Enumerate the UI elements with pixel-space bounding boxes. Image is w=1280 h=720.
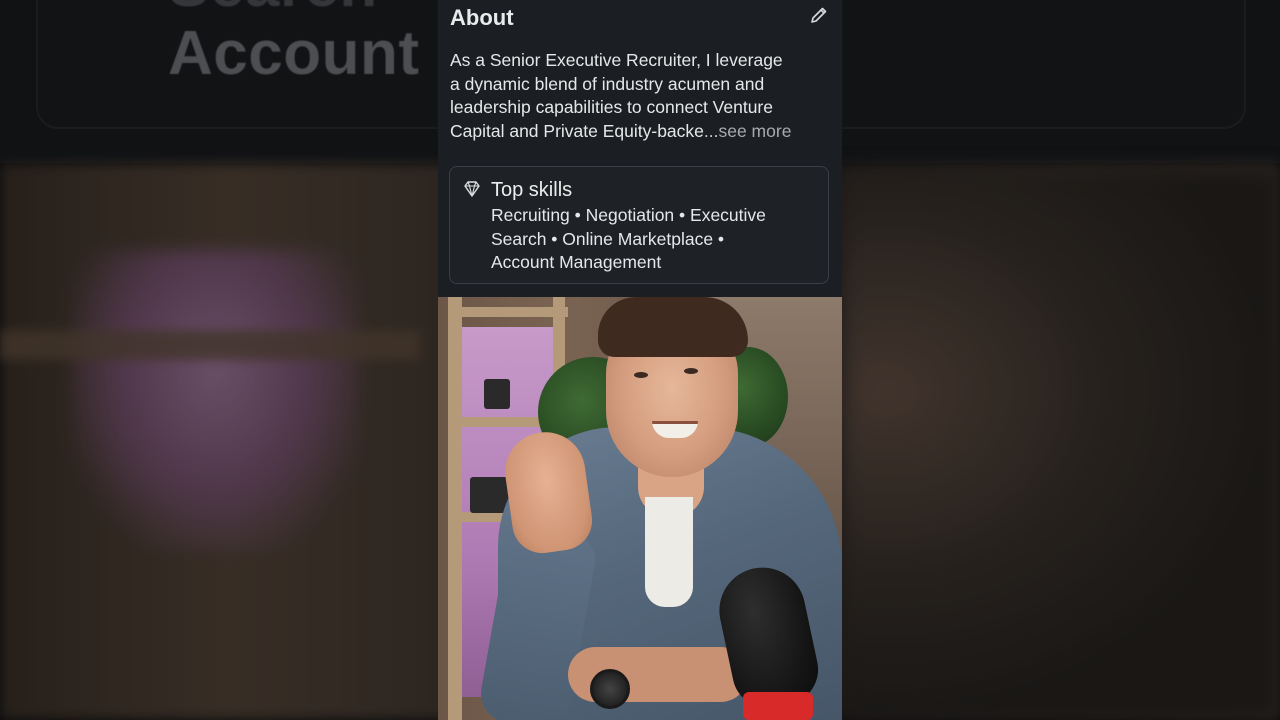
about-title: About [450, 5, 514, 30]
microphone-mount [743, 692, 813, 720]
shelf-post-left [448, 297, 462, 720]
about-line-2: a dynamic blend of industry acumen and [450, 73, 765, 94]
shelf-board-1 [448, 307, 568, 317]
presenter-video [438, 297, 842, 720]
diamond-icon [464, 181, 480, 197]
about-line-4-text: Capital and Private Equity-backe [450, 121, 704, 142]
presenter-hair [598, 297, 748, 357]
presenter-tshirt [645, 497, 693, 607]
skills-line-2: Search • Online Marketplace • [491, 228, 725, 249]
edit-about-button[interactable] [808, 4, 830, 26]
video-frame: About As a Senior Executive Recruiter, I… [438, 0, 842, 720]
about-line-3: leadership capabilities to connect Ventu… [450, 97, 773, 118]
pencil-icon [811, 7, 827, 23]
shelf-object-1 [484, 379, 510, 409]
wristwatch [590, 669, 630, 709]
presenter-eye-right [684, 368, 698, 374]
about-line-4: Capital and Private Equity-backe...see m… [450, 120, 834, 144]
about-summary: As a Senior Executive Recruiter, I lever… [450, 49, 834, 144]
skills-line-3: Account Management [491, 252, 662, 273]
top-skills-title: Top skills [491, 179, 573, 201]
truncation-ellipsis: ... [703, 121, 719, 142]
about-line-1: As a Senior Executive Recruiter, I lever… [450, 50, 783, 70]
skills-line-1: Recruiting • Negotiation • Executive [491, 205, 766, 225]
see-more-link[interactable]: see more [718, 121, 791, 141]
presenter-eye-left [634, 372, 648, 378]
top-skills-card[interactable]: Top skills Recruiting • Negotiation • Ex… [449, 166, 829, 284]
about-section: About As a Senior Executive Recruiter, I… [438, 0, 842, 297]
top-skills-list: Recruiting • Negotiation • Executive Sea… [491, 204, 826, 275]
